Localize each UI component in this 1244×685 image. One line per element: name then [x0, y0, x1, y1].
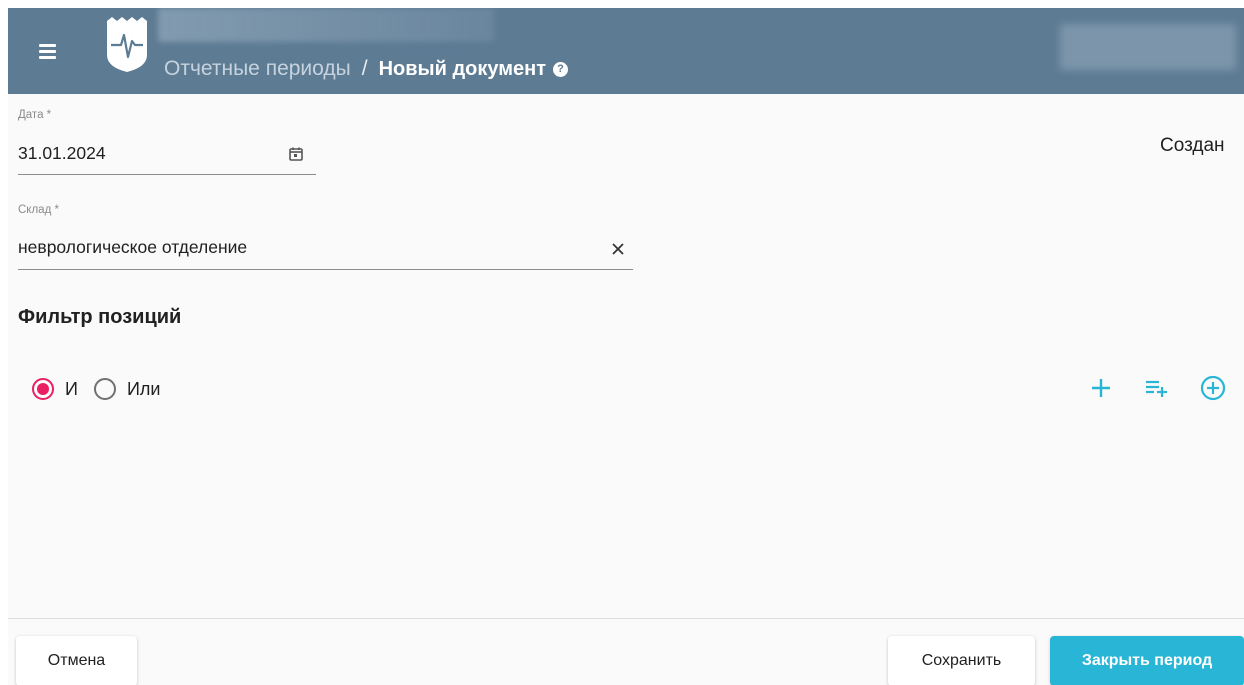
sklad-value[interactable]: неврологическое отделение	[18, 237, 247, 258]
save-button[interactable]: Сохранить	[888, 636, 1035, 685]
close-icon[interactable]	[610, 241, 626, 257]
app-window: Отчетные периоды / Новый документ ? Дата…	[8, 8, 1244, 685]
breadcrumb-parent-link[interactable]: Отчетные периоды	[164, 57, 351, 81]
close-period-button[interactable]: Закрыть период	[1050, 636, 1244, 685]
sklad-label: Склад *	[18, 204, 59, 216]
blurred-user-info	[1060, 24, 1236, 70]
sklad-field[interactable]: Склад * неврологическое отделение	[18, 204, 633, 270]
filter-logic-radio-group: И Или	[32, 374, 160, 404]
breadcrumb-separator: /	[361, 57, 368, 80]
filter-section-title: Фильтр позиций	[18, 306, 182, 328]
add-circle-icon[interactable]	[1198, 373, 1228, 403]
radio-or-label: Или	[126, 378, 161, 399]
date-field[interactable]: Дата * 31.01.2024	[18, 109, 316, 175]
help-icon[interactable]: ?	[553, 61, 569, 77]
radio-and-label: И	[65, 378, 78, 399]
breadcrumb: Отчетные периоды / Новый документ ?	[164, 54, 569, 84]
radio-or[interactable]: Или	[93, 378, 161, 400]
radio-and[interactable]: И	[32, 378, 78, 400]
date-label: Дата *	[18, 109, 52, 121]
sklad-underline	[18, 269, 633, 270]
date-underline	[18, 174, 316, 175]
cancel-button[interactable]: Отмена	[16, 636, 137, 685]
plus-icon[interactable]	[1086, 373, 1116, 403]
logo-icon	[107, 17, 147, 72]
menu-icon[interactable]	[36, 41, 60, 61]
footer-divider	[8, 618, 1244, 619]
radio-unchecked-icon[interactable]	[93, 378, 116, 400]
calendar-icon[interactable]	[288, 146, 304, 162]
app-header: Отчетные периоды / Новый документ ?	[8, 8, 1244, 94]
created-status-label: Создан	[1160, 135, 1225, 156]
playlist-add-icon[interactable]	[1142, 373, 1172, 403]
blurred-system-title	[158, 8, 494, 42]
page-title: Новый документ	[378, 57, 547, 80]
date-value[interactable]: 31.01.2024	[18, 143, 106, 164]
radio-checked-icon[interactable]	[32, 378, 54, 400]
